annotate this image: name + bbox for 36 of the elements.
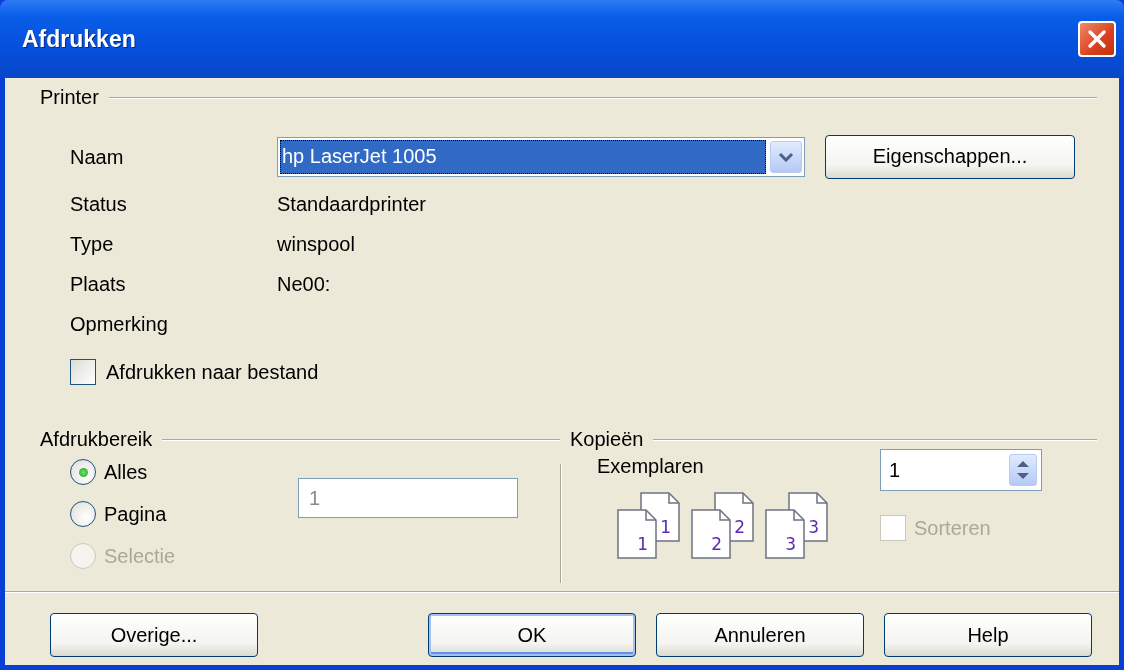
info-label: Status — [70, 192, 128, 217]
window-title: Afdrukken — [22, 25, 136, 53]
copies-legend: Kopieën — [570, 428, 644, 451]
dialog-button[interactable]: Overige... — [50, 613, 258, 657]
info-label: Plaats — [70, 272, 127, 297]
info-value: winspool — [277, 232, 356, 257]
radio-button[interactable] — [70, 459, 96, 485]
radio-label: Selectie — [104, 544, 176, 568]
close-button[interactable] — [1078, 21, 1116, 57]
checkbox[interactable] — [70, 359, 96, 385]
up-down-arrows-icon — [1016, 459, 1030, 481]
radio-label: Alles — [104, 460, 148, 484]
info-label: Type — [70, 232, 115, 257]
radio-label: Pagina — [104, 502, 167, 526]
copies-label: Exemplaren — [597, 455, 705, 478]
properties-button[interactable]: Eigenschappen... — [825, 134, 1075, 179]
chevron-down-icon — [778, 151, 794, 162]
info-value: Standaardprinter — [277, 192, 427, 217]
radio-button[interactable] — [70, 501, 96, 527]
checkbox-label: Sorteren — [914, 516, 991, 540]
dropdown-button[interactable] — [770, 140, 802, 173]
info-label: Opmerking — [70, 312, 169, 337]
printer-dropdown[interactable]: hp LaserJet 1005 — [277, 136, 805, 177]
name-label: Naam — [70, 144, 125, 170]
range-legend: Afdrukbereik — [40, 428, 153, 451]
copies-spin-field[interactable]: 1 — [880, 449, 1042, 491]
close-icon — [1086, 28, 1108, 50]
selected-printer: hp LaserJet 1005 — [280, 139, 766, 174]
spin-button[interactable] — [1009, 454, 1037, 486]
info-value: Ne00: — [277, 272, 332, 297]
dialog-button[interactable]: Annuleren — [656, 613, 864, 657]
dialog-button[interactable]: Help — [884, 613, 1092, 657]
printer-legend: Printer — [40, 86, 99, 109]
field-value: 1 — [889, 458, 902, 482]
checkbox-label: Afdrukken naar bestand — [106, 360, 319, 384]
dialog-button[interactable]: OK — [428, 613, 636, 657]
